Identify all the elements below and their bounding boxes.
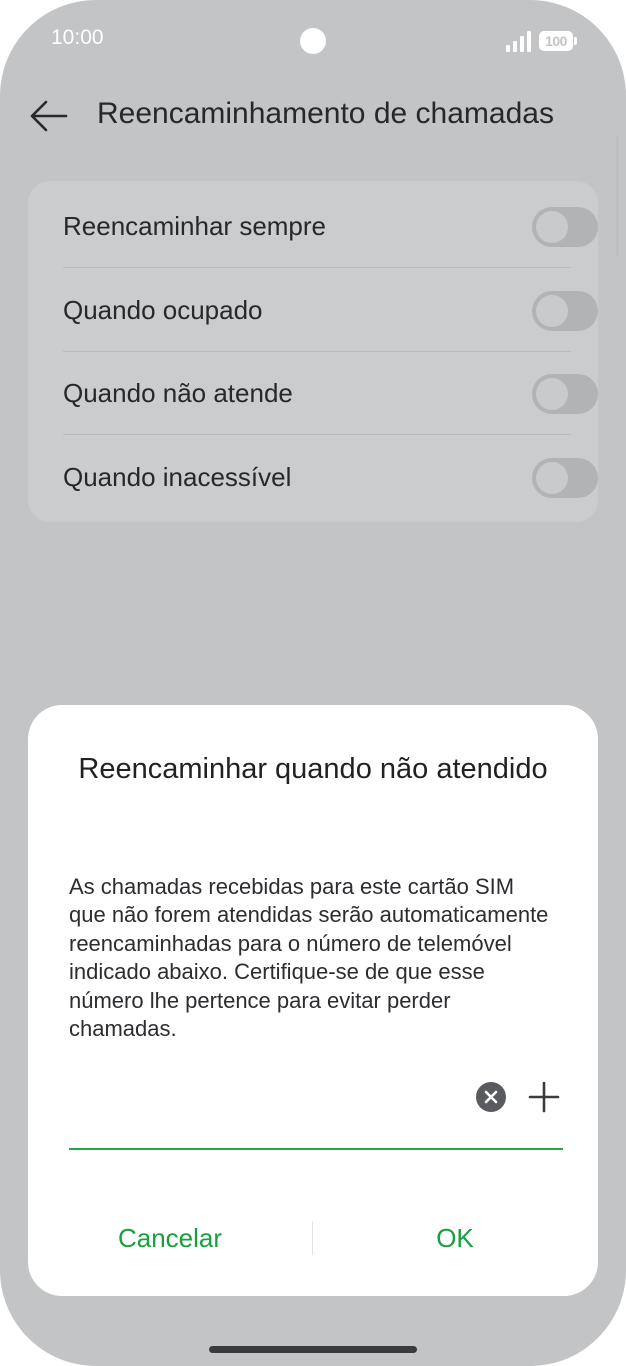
phone-screen: 10:00 100 Reencaminhamento de chamadas R… [0, 0, 626, 1366]
forward-dialog: Reencaminhar quando não atendido As cham… [28, 705, 598, 1296]
toggle-knob [536, 295, 568, 327]
divider [63, 267, 571, 268]
toggle-unreachable[interactable] [532, 458, 598, 498]
toggle-busy[interactable] [532, 291, 598, 331]
setting-label: Reencaminhar sempre [63, 211, 327, 241]
camera-dot [300, 28, 326, 54]
divider [63, 434, 571, 435]
back-arrow-icon [30, 100, 68, 132]
scrollbar[interactable] [616, 136, 619, 256]
battery-icon: 100 [539, 31, 573, 51]
home-indicator[interactable] [209, 1346, 417, 1353]
cancel-button[interactable]: Cancelar [70, 1215, 270, 1261]
toggle-knob [536, 211, 568, 243]
setting-label: Quando inacessível [63, 462, 292, 492]
settings-list: Reencaminhar sempre Quando ocupado Quand… [28, 181, 598, 522]
phone-number-input[interactable] [69, 1077, 463, 1119]
button-divider [312, 1221, 313, 1255]
dialog-message: As chamadas recebidas para este cartão S… [69, 874, 549, 1042]
clear-icon[interactable] [476, 1082, 506, 1112]
dialog-title: Reencaminhar quando não atendido [78, 753, 548, 785]
ok-button[interactable]: OK [355, 1215, 555, 1261]
setting-row-always[interactable]: Reencaminhar sempre [63, 185, 598, 268]
toggle-always[interactable] [532, 207, 598, 247]
add-contact-icon[interactable] [528, 1081, 560, 1113]
input-underline [69, 1148, 563, 1150]
setting-row-no-answer[interactable]: Quando não atende [63, 352, 598, 435]
toggle-knob [536, 462, 568, 494]
toggle-knob [536, 378, 568, 410]
back-button[interactable] [28, 96, 70, 136]
status-time: 10:00 [51, 26, 104, 49]
battery-tip [574, 37, 577, 45]
toggle-no-answer[interactable] [532, 374, 598, 414]
signal-icon [506, 30, 532, 52]
setting-row-busy[interactable]: Quando ocupado [63, 269, 598, 352]
setting-label: Quando não atende [63, 378, 293, 408]
setting-label: Quando ocupado [63, 295, 263, 325]
page-title: Reencaminhamento de chamadas [97, 97, 554, 130]
setting-row-unreachable[interactable]: Quando inacessível [63, 436, 598, 519]
